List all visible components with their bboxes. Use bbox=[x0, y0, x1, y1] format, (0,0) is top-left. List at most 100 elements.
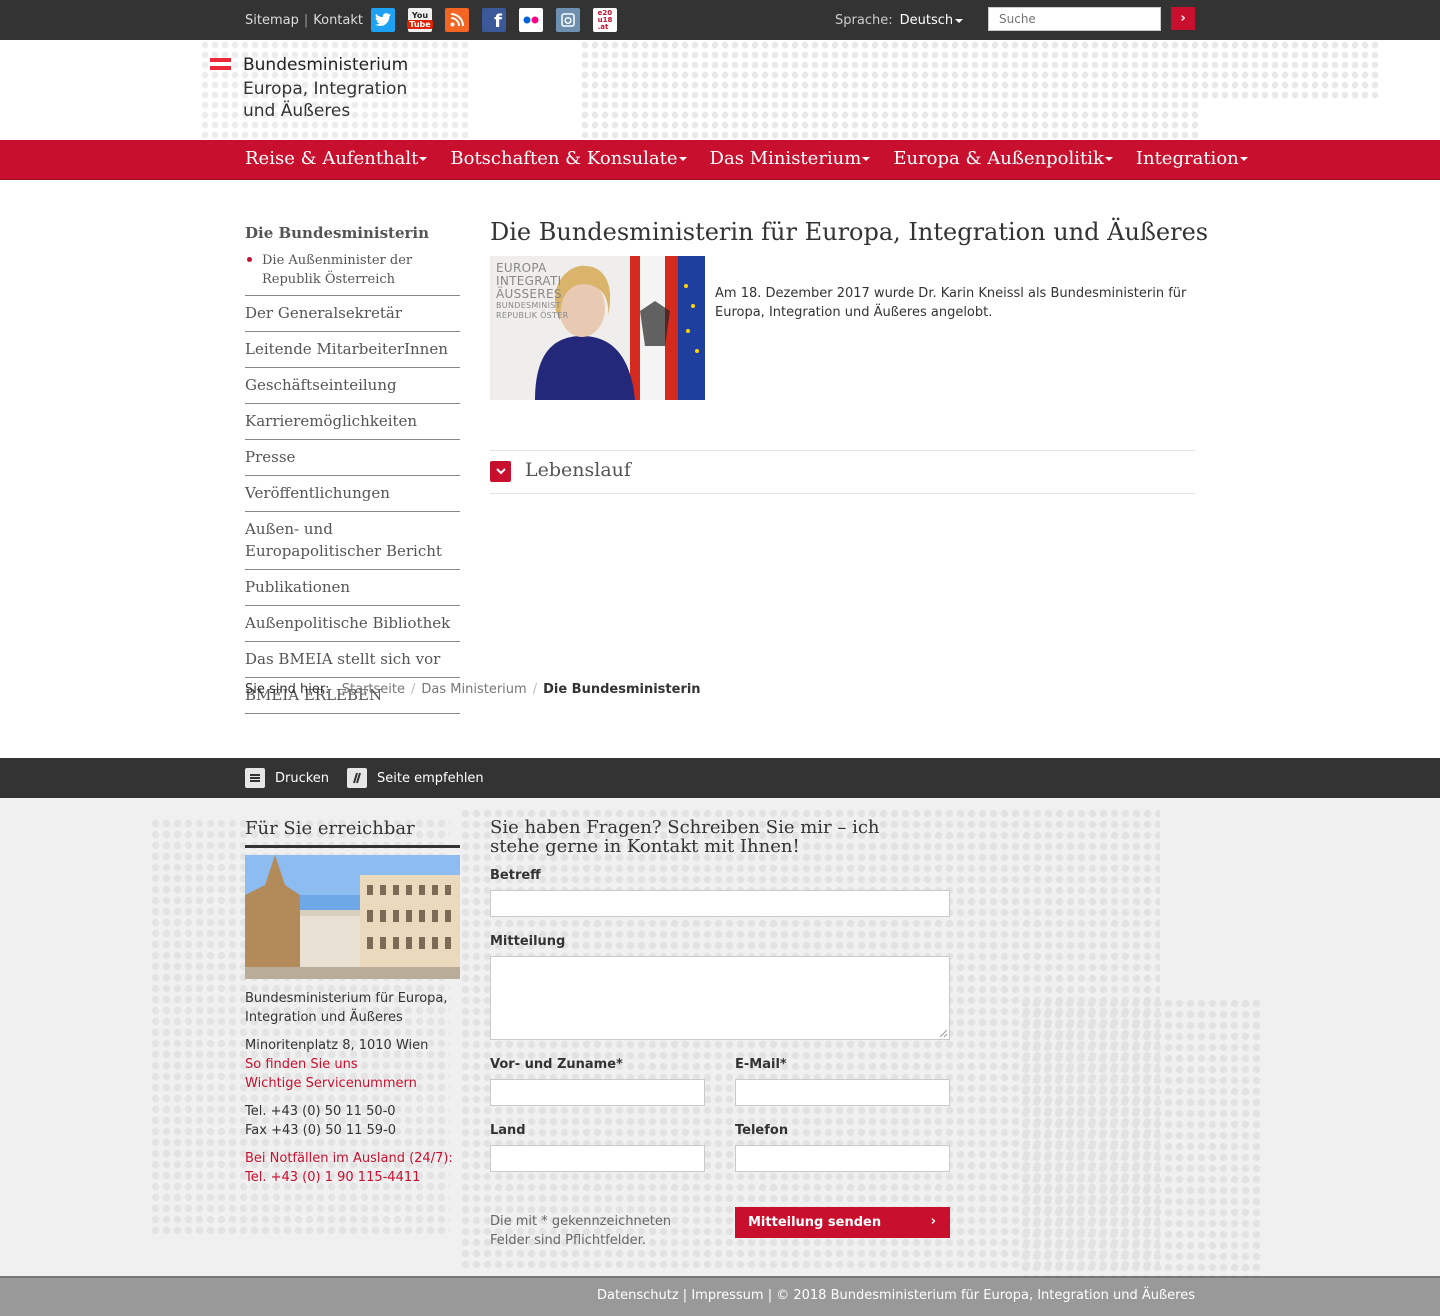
caret-down-icon bbox=[862, 157, 871, 161]
page-title: Die Bundesministerin für Europa, Integra… bbox=[490, 218, 1209, 246]
caret-down-icon bbox=[419, 157, 428, 161]
sidebar-item-geschaeftseinteilung[interactable]: Geschäftseinteilung bbox=[245, 368, 460, 404]
name-label: Vor- und Zuname* bbox=[490, 1057, 623, 1072]
message-textarea[interactable] bbox=[490, 956, 950, 1040]
breadcrumb-label: Sie sind hier: bbox=[245, 682, 330, 697]
country-label: Land bbox=[490, 1123, 526, 1138]
required-hint: Die mit * gekennzeichneten Felder sind P… bbox=[490, 1214, 672, 1248]
youtube-icon[interactable]: You Tube bbox=[407, 8, 433, 32]
sidebar-heading[interactable]: Die Bundesministerin bbox=[245, 224, 460, 248]
submit-button[interactable]: Mitteilung senden › bbox=[735, 1207, 950, 1238]
map-dots-decoration bbox=[1020, 998, 1260, 1276]
service-numbers-link[interactable]: Wichtige Servicenummern bbox=[245, 1076, 417, 1091]
nav-item-reise[interactable]: Reise & Aufenthalt bbox=[245, 148, 428, 169]
phone-number: Tel. +43 (0) 50 11 50-0 bbox=[245, 1104, 396, 1119]
chevron-down-icon[interactable] bbox=[490, 461, 511, 482]
share-icon bbox=[347, 768, 367, 788]
main-content: Die Bundesministerin für Europa, Integra… bbox=[490, 218, 1209, 494]
reach-title: Für Sie erreichbar bbox=[245, 818, 460, 848]
contact-section: Für Sie erreichbar Bundesministerium für… bbox=[0, 798, 1440, 1276]
language-selector[interactable]: Sprache: Deutsch bbox=[835, 13, 964, 28]
accordion-title[interactable]: Lebenslauf bbox=[525, 459, 631, 481]
link-separator: | bbox=[303, 13, 309, 28]
fax-number: Fax +43 (0) 50 11 59-0 bbox=[245, 1123, 397, 1138]
footer-bar: Datenschutz | Impressum | © 2018 Bundesm… bbox=[0, 1276, 1440, 1316]
top-bar: Sitemap | Kontakt You Tube f e20 u18 .at Spra… bbox=[0, 0, 1440, 40]
message-label: Mitteilung bbox=[490, 934, 566, 949]
sidebar-item-publikationen[interactable]: Publikationen bbox=[245, 570, 460, 606]
facebook-icon[interactable]: f bbox=[482, 8, 506, 32]
caret-down-icon bbox=[1104, 157, 1113, 161]
breadcrumb: Sie sind hier: Startseite / Das Ministeriu… bbox=[245, 682, 701, 697]
e2020-icon[interactable]: e20 u18 .at bbox=[593, 8, 617, 32]
contact-info: Für Sie erreichbar Bundesministerium für… bbox=[245, 818, 460, 1196]
sidebar-item-bericht[interactable]: Außen- und Europapolitischer Bericht bbox=[245, 512, 460, 570]
sidebar: Die Bundesministerin Die Außenminister d… bbox=[245, 224, 460, 714]
nav-item-integration[interactable]: Integration bbox=[1136, 148, 1248, 169]
map-dots-decoration bbox=[580, 40, 1200, 140]
tool-bar: Drucken Seite empfehlen bbox=[0, 758, 1440, 798]
nav-item-ministerium[interactable]: Das Ministerium bbox=[710, 148, 871, 169]
address-block: Minoritenplatz 8, 1010 Wien So finden Si… bbox=[245, 1036, 460, 1093]
emergency-block[interactable]: Bei Notfällen im Ausland (24/7): Tel. +4… bbox=[245, 1149, 460, 1187]
main-nav: Reise & Aufenthalt Botschaften & Konsula… bbox=[0, 140, 1440, 180]
breadcrumb-current: Die Bundesministerin bbox=[543, 682, 701, 697]
print-button[interactable]: Drucken bbox=[245, 768, 329, 788]
sidebar-item-bmeia-vor[interactable]: Das BMEIA stellt sich vor bbox=[245, 642, 460, 678]
resize-handle-icon[interactable] bbox=[940, 1030, 947, 1037]
nav-item-botschaften[interactable]: Botschaften & Konsulate bbox=[450, 148, 687, 169]
search-button[interactable]: › bbox=[1171, 7, 1195, 30]
address: Minoritenplatz 8, 1010 Wien bbox=[245, 1038, 429, 1053]
logo-line-1: Bundesministerium bbox=[243, 55, 409, 75]
email-label: E-Mail* bbox=[735, 1057, 787, 1072]
ministry-building-image bbox=[245, 855, 460, 979]
sitemap-link[interactable]: Sitemap bbox=[245, 13, 299, 28]
recommend-label: Seite empfehlen bbox=[377, 770, 484, 786]
kontakt-link[interactable]: Kontakt bbox=[313, 13, 363, 28]
social-icons: You Tube f e20 u18 .at bbox=[371, 8, 617, 32]
phone-block: Tel. +43 (0) 50 11 50-0 Fax +43 (0) 50 1… bbox=[245, 1102, 460, 1140]
sidebar-item-presse[interactable]: Presse bbox=[245, 440, 460, 476]
find-us-link[interactable]: So finden Sie uns bbox=[245, 1057, 358, 1072]
breadcrumb-startseite[interactable]: Startseite bbox=[342, 682, 405, 697]
sidebar-item-mitarbeiter[interactable]: Leitende MitarbeiterInnen bbox=[245, 332, 460, 368]
chevron-right-icon: › bbox=[1180, 11, 1186, 26]
contact-form: Sie haben Fragen? Schreiben Sie mir – ic… bbox=[490, 818, 950, 1248]
sidebar-item-bibliothek[interactable]: Außenpolitische Bibliothek bbox=[245, 606, 460, 642]
breadcrumb-ministerium[interactable]: Das Ministerium bbox=[421, 682, 526, 697]
sidebar-item-veroeffentlichungen[interactable]: Veröffentlichungen bbox=[245, 476, 460, 512]
search-input[interactable] bbox=[988, 7, 1161, 31]
language-value[interactable]: Deutsch bbox=[900, 13, 954, 28]
nav-item-europa[interactable]: Europa & Außenpolitik bbox=[893, 148, 1113, 169]
subject-label: Betreff bbox=[490, 868, 541, 883]
name-input[interactable] bbox=[490, 1079, 705, 1106]
instagram-icon[interactable] bbox=[556, 8, 580, 32]
recommend-button[interactable]: Seite empfehlen bbox=[347, 768, 484, 788]
header: Bundesministerium Europa, Integration und… bbox=[0, 40, 1440, 140]
phone-input[interactable] bbox=[735, 1145, 950, 1172]
org-name: Bundesministerium für Europa, Integratio… bbox=[245, 991, 448, 1025]
twitter-icon[interactable] bbox=[371, 8, 395, 32]
subject-input[interactable] bbox=[490, 890, 950, 917]
rss-icon[interactable] bbox=[445, 8, 469, 32]
sidebar-item-karriere[interactable]: Karrieremöglichkeiten bbox=[245, 404, 460, 440]
austria-flag-icon bbox=[210, 58, 231, 71]
breadcrumb-separator: / bbox=[411, 682, 416, 697]
country-input[interactable] bbox=[490, 1145, 705, 1172]
accordion-lebenslauf[interactable]: Lebenslauf bbox=[490, 450, 1195, 494]
flickr-icon[interactable] bbox=[519, 8, 543, 32]
breadcrumb-separator: / bbox=[532, 682, 538, 697]
top-links: Sitemap | Kontakt bbox=[245, 13, 363, 28]
sidebar-item-generalsekretaer[interactable]: Der Generalsekretär bbox=[245, 296, 460, 332]
sidebar-subitem-aussenminister[interactable]: Die Außenminister der Republik Österreic… bbox=[245, 248, 460, 296]
caret-down-icon bbox=[955, 18, 964, 23]
emergency-phone[interactable]: Tel. +43 (0) 1 90 115-4411 bbox=[245, 1170, 420, 1185]
map-dots-decoration bbox=[1200, 40, 1380, 100]
logo-line-2: Europa, Integration und Äußeres bbox=[243, 79, 408, 121]
caret-down-icon bbox=[1239, 157, 1248, 161]
minister-portrait: EUROPA INTEGRATI ÄUSSERES BUNDESMINIST R… bbox=[490, 256, 705, 400]
portrait-backdrop-text: EUROPA INTEGRATI ÄUSSERES BUNDESMINIST R… bbox=[496, 261, 569, 321]
footer-links[interactable]: Datenschutz | Impressum | © 2018 Bundesm… bbox=[597, 1288, 1195, 1303]
caret-down-icon bbox=[678, 157, 687, 161]
email-input[interactable] bbox=[735, 1079, 950, 1106]
